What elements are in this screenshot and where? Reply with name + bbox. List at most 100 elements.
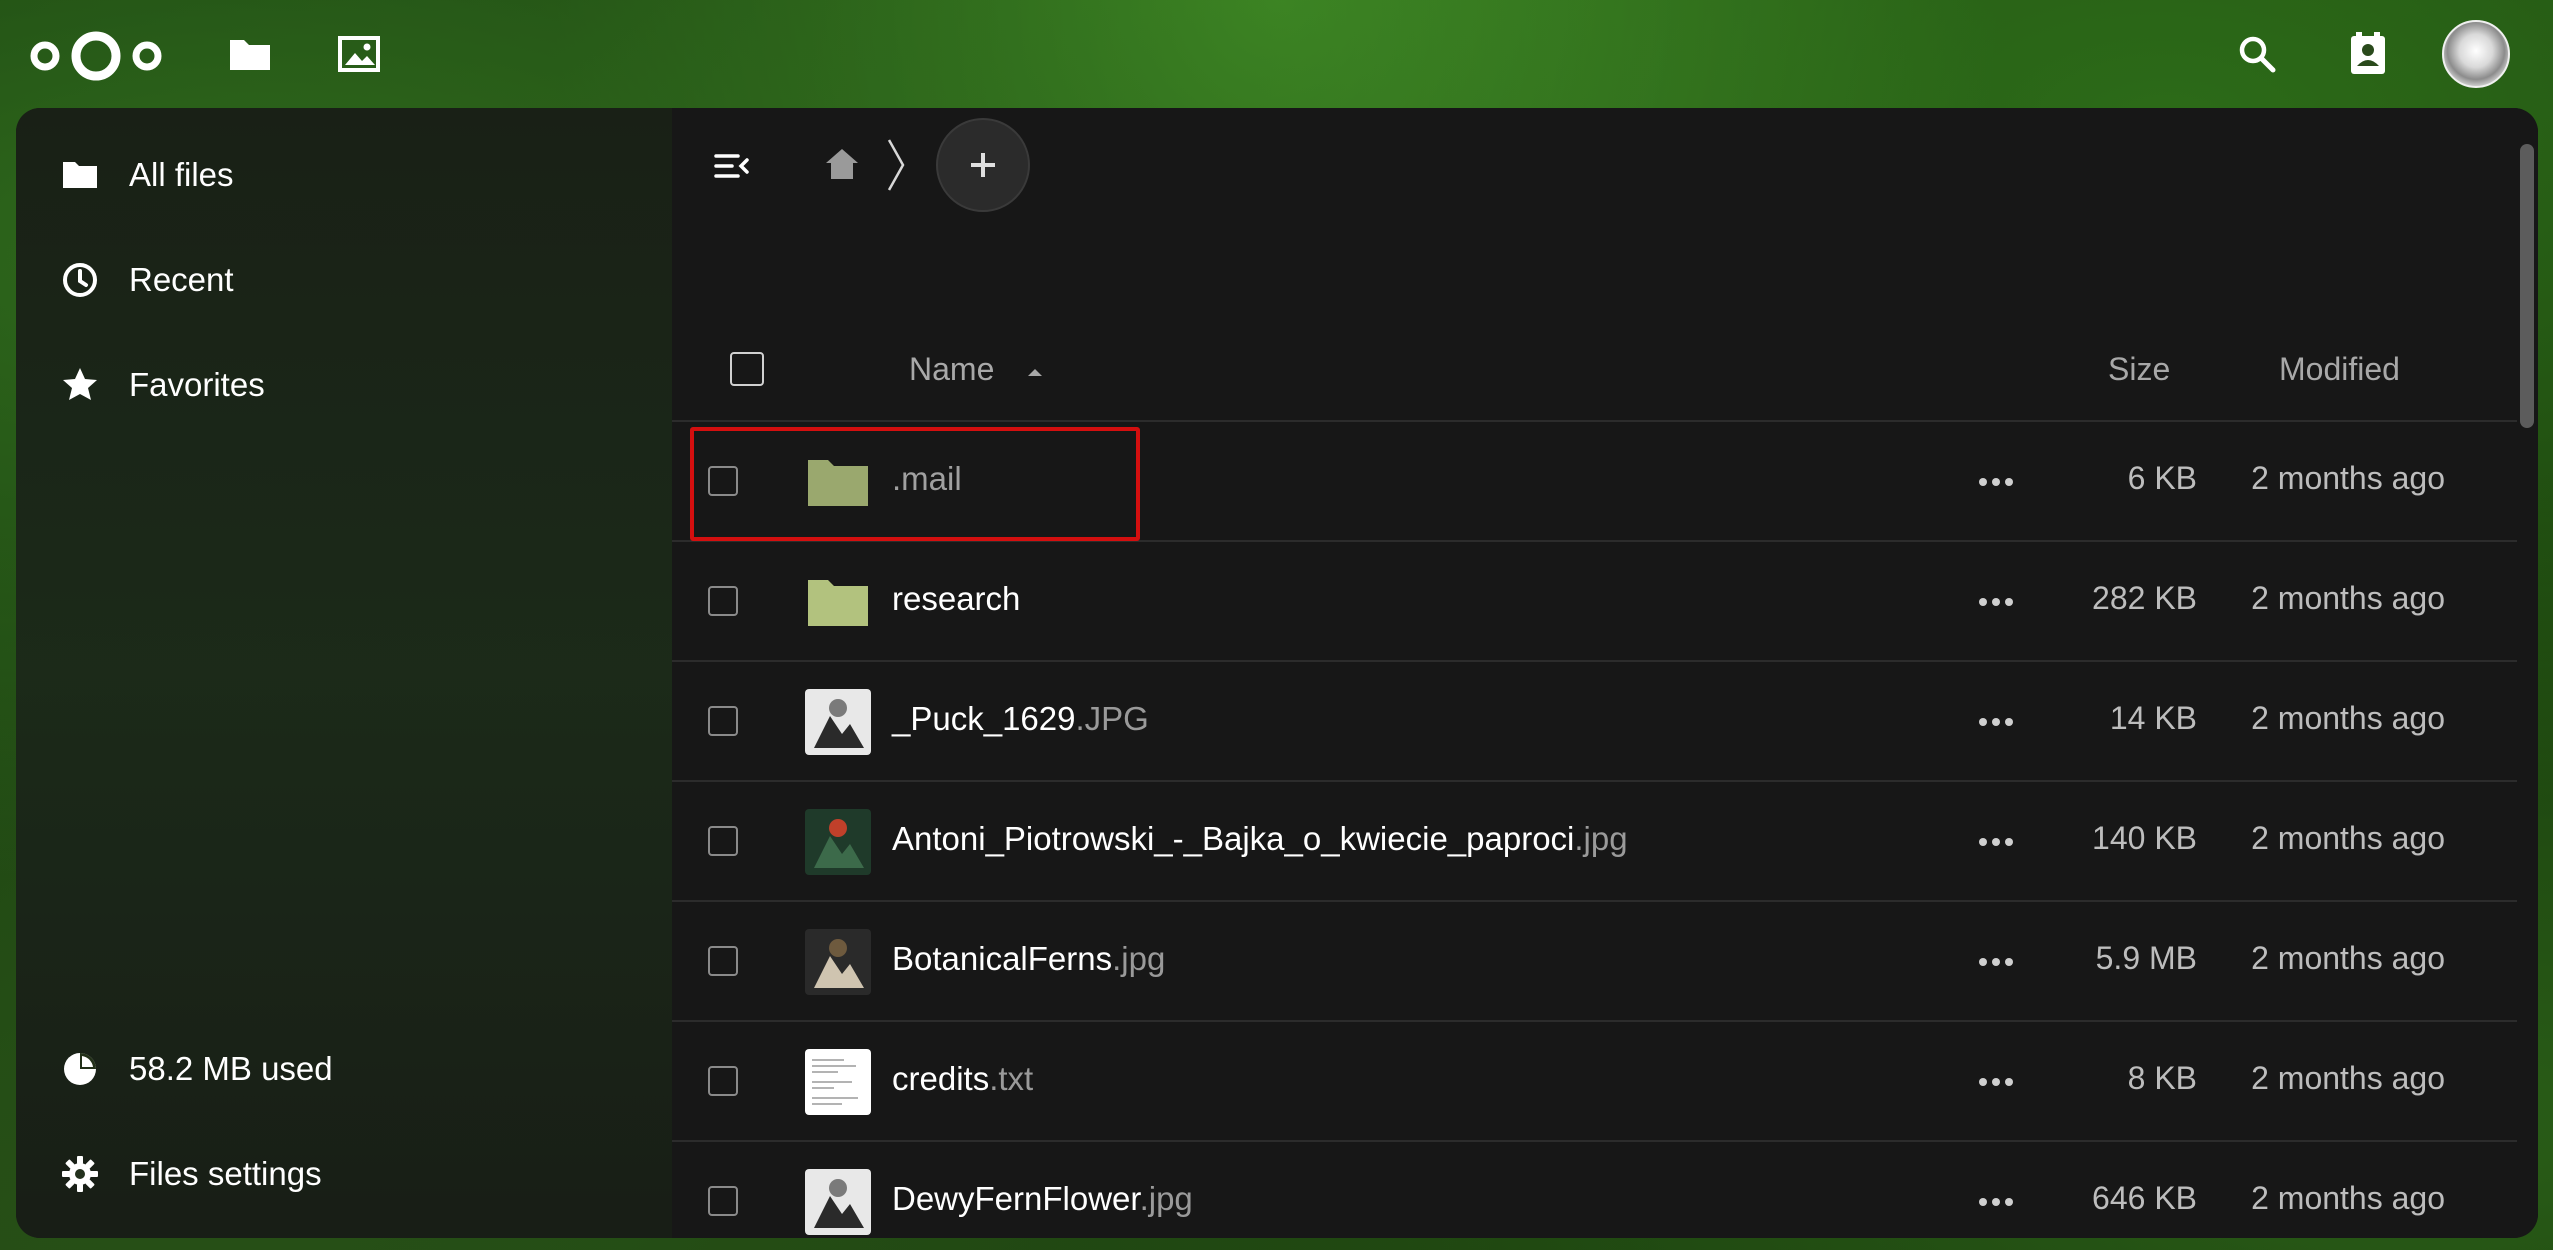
breadcrumb-separator bbox=[884, 136, 908, 194]
table-row[interactable]: .mail 6 KB 2 months ago bbox=[672, 420, 2517, 542]
file-list-panel: Name Size Modified .mail 6 KB 2 months ago… bbox=[672, 108, 2538, 1238]
actions-menu-button[interactable] bbox=[1972, 942, 2020, 982]
file-basename: credits bbox=[892, 1060, 990, 1097]
storage-quota[interactable]: 58.2 MB used bbox=[16, 1029, 672, 1109]
column-modified-label: Modified bbox=[2279, 351, 2400, 387]
file-size: 5.9 MB bbox=[2095, 940, 2197, 976]
file-basename: research bbox=[892, 580, 1021, 617]
image-thumbnail bbox=[804, 688, 872, 756]
row-checkbox[interactable] bbox=[708, 1186, 738, 1216]
file-basename: _Puck_1629 bbox=[892, 700, 1076, 737]
more-horizontal-icon bbox=[1979, 1078, 2013, 1086]
table-row[interactable]: Antoni_Piotrowski_-_Bajka_o_kwiecie_papr… bbox=[672, 780, 2517, 902]
sidebar-item-favorites[interactable]: Favorites bbox=[16, 345, 672, 425]
more-horizontal-icon bbox=[1979, 598, 2013, 606]
file-name[interactable]: Antoni_Piotrowski_-_Bajka_o_kwiecie_papr… bbox=[892, 820, 1628, 858]
file-extension: .JPG bbox=[1075, 700, 1149, 737]
file-name[interactable]: .mail bbox=[892, 460, 962, 498]
actions-menu-button[interactable] bbox=[1972, 702, 2020, 742]
file-modified: 2 months ago bbox=[2251, 700, 2445, 736]
file-basename: .mail bbox=[892, 460, 962, 497]
clock-icon bbox=[60, 260, 100, 300]
more-horizontal-icon bbox=[1979, 718, 2013, 726]
pie-chart-icon bbox=[60, 1049, 100, 1089]
contacts-button[interactable] bbox=[2336, 22, 2400, 86]
table-row[interactable]: credits.txt 8 KB 2 months ago bbox=[672, 1020, 2517, 1142]
sidebar-item-label: Favorites bbox=[129, 366, 265, 403]
file-size: 8 KB bbox=[2127, 1060, 2197, 1096]
text-file-thumbnail bbox=[804, 1048, 872, 1116]
sidebar-item-label: Recent bbox=[129, 261, 234, 298]
select-all-checkbox[interactable] bbox=[730, 352, 764, 386]
quota-label: 58.2 MB used bbox=[129, 1050, 333, 1087]
folder-icon bbox=[804, 448, 872, 516]
folder-icon bbox=[804, 568, 872, 636]
nextcloud-logo[interactable] bbox=[28, 28, 164, 84]
image-thumbnail bbox=[804, 808, 872, 876]
more-horizontal-icon bbox=[1979, 958, 2013, 966]
row-checkbox[interactable] bbox=[708, 1066, 738, 1096]
more-horizontal-icon bbox=[1979, 1198, 2013, 1206]
file-name[interactable]: research bbox=[892, 580, 1020, 618]
breadcrumb-home[interactable] bbox=[820, 140, 864, 188]
home-icon bbox=[826, 149, 858, 179]
column-header-size[interactable]: Size bbox=[2108, 351, 2170, 388]
file-size: 140 KB bbox=[2092, 820, 2197, 856]
file-size: 646 KB bbox=[2092, 1180, 2197, 1216]
sidebar-item-label: All files bbox=[129, 156, 234, 193]
file-name[interactable]: DewyFernFlower.jpg bbox=[892, 1180, 1193, 1218]
file-modified: 2 months ago bbox=[2251, 580, 2445, 616]
file-modified: 2 months ago bbox=[2251, 1180, 2445, 1216]
actions-menu-button[interactable] bbox=[1972, 822, 2020, 862]
actions-menu-button[interactable] bbox=[1972, 582, 2020, 622]
file-size: 282 KB bbox=[2092, 580, 2197, 616]
table-row[interactable]: _Puck_1629.JPG 14 KB 2 months ago bbox=[672, 660, 2517, 782]
folder-icon bbox=[230, 40, 270, 70]
column-header-modified[interactable]: Modified bbox=[2279, 351, 2400, 388]
new-button[interactable] bbox=[936, 118, 1030, 212]
row-checkbox[interactable] bbox=[708, 466, 738, 496]
contacts-icon bbox=[2351, 32, 2385, 74]
toggle-navigation-button[interactable] bbox=[708, 142, 756, 190]
sidebar-item-all-files[interactable]: All files bbox=[16, 135, 672, 215]
row-checkbox[interactable] bbox=[708, 586, 738, 616]
file-size: 14 KB bbox=[2109, 700, 2197, 736]
file-name[interactable]: BotanicalFerns.jpg bbox=[892, 940, 1165, 978]
files-app-button[interactable] bbox=[222, 26, 278, 82]
file-extension: .jpg bbox=[1112, 940, 1166, 977]
chevron-right-icon bbox=[887, 139, 905, 191]
file-modified: 2 months ago bbox=[2251, 1060, 2445, 1096]
gear-icon bbox=[60, 1154, 100, 1194]
column-header-name[interactable]: Name bbox=[909, 351, 1045, 388]
row-checkbox[interactable] bbox=[708, 826, 738, 856]
search-button[interactable] bbox=[2225, 22, 2289, 86]
table-row[interactable]: research 282 KB 2 months ago bbox=[672, 540, 2517, 662]
file-modified: 2 months ago bbox=[2251, 460, 2445, 496]
row-checkbox[interactable] bbox=[708, 706, 738, 736]
table-row[interactable]: BotanicalFerns.jpg 5.9 MB 2 months ago bbox=[672, 900, 2517, 1022]
actions-menu-button[interactable] bbox=[1972, 462, 2020, 502]
files-app: All files Recent Favorites 58.2 MB used … bbox=[16, 108, 2538, 1238]
plus-icon bbox=[971, 153, 995, 177]
settings-label: Files settings bbox=[129, 1155, 322, 1192]
file-extension: .jpg bbox=[1139, 1180, 1193, 1217]
image-thumbnail bbox=[804, 1168, 872, 1236]
sidebar-item-recent[interactable]: Recent bbox=[16, 240, 672, 320]
file-modified: 2 months ago bbox=[2251, 820, 2445, 856]
column-size-label: Size bbox=[2108, 351, 2171, 387]
file-name[interactable]: _Puck_1629.JPG bbox=[892, 700, 1149, 738]
more-horizontal-icon bbox=[1979, 838, 2013, 846]
folder-icon bbox=[60, 155, 100, 195]
photos-app-button[interactable] bbox=[331, 26, 387, 82]
files-settings-button[interactable]: Files settings bbox=[16, 1134, 672, 1214]
actions-menu-button[interactable] bbox=[1972, 1182, 2020, 1222]
column-name-label: Name bbox=[909, 351, 995, 387]
actions-menu-button[interactable] bbox=[1972, 1062, 2020, 1102]
file-modified: 2 months ago bbox=[2251, 940, 2445, 976]
more-horizontal-icon bbox=[1979, 478, 2013, 486]
table-row[interactable]: DewyFernFlower.jpg 646 KB 2 months ago bbox=[672, 1140, 2517, 1238]
scrollbar[interactable] bbox=[2520, 144, 2534, 428]
user-avatar[interactable] bbox=[2442, 20, 2510, 88]
row-checkbox[interactable] bbox=[708, 946, 738, 976]
file-name[interactable]: credits.txt bbox=[892, 1060, 1033, 1098]
